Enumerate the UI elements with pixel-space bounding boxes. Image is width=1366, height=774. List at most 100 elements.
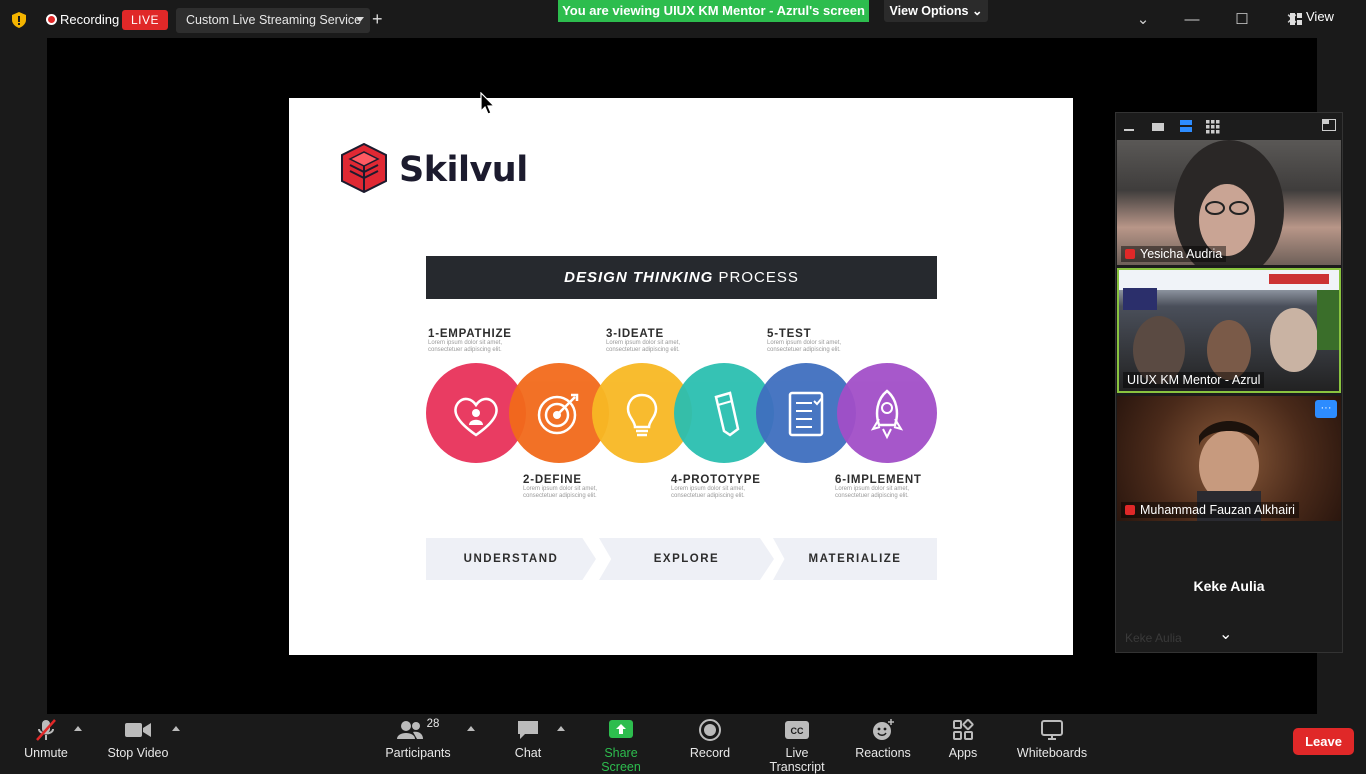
muted-mic-icon (1125, 505, 1135, 515)
apps-icon (953, 719, 974, 740)
phase-materialize: MATERIALIZE (773, 538, 937, 580)
phase-explore: EXPLORE (599, 538, 774, 580)
step-description: Lorem ipsum dolor sit amet, consectetuer… (523, 486, 598, 499)
reactions-label: Reactions (855, 746, 911, 760)
viewing-banner: You are viewing UIUX KM Mentor - Azrul's… (558, 0, 869, 22)
step-ideate: 3-IDEATE Lorem ipsum dolor sit amet, con… (606, 328, 686, 354)
stop-video-label: Stop Video (107, 746, 169, 760)
chat-icon (518, 721, 538, 739)
step-description: Lorem ipsum dolor sit amet, consectetuer… (835, 486, 910, 499)
step-description: Lorem ipsum dolor sit amet, consectetuer… (428, 340, 503, 353)
view-grid-icon (1290, 13, 1302, 25)
step-prototype: 4-PROTOTYPE Lorem ipsum dolor sit amet, … (671, 474, 781, 500)
leave-button[interactable]: Leave (1293, 728, 1354, 755)
step-test: 5-TEST Lorem ipsum dolor sit amet, conse… (767, 328, 847, 354)
chat-button[interactable]: Chat (508, 718, 548, 760)
share-screen-button[interactable]: Share Screen (584, 718, 658, 774)
header-bold: DESIGN THINKING (564, 269, 714, 286)
step-label: 2-DEFINE (523, 474, 582, 486)
participants-icon (396, 721, 423, 739)
participant-tile-no-video[interactable]: Keke Aulia Keke Aulia ⌄ (1117, 524, 1341, 649)
chevron-up-icon[interactable] (467, 726, 475, 731)
unmute-label: Unmute (24, 746, 68, 760)
participant-name-center: Keke Aulia (1193, 578, 1265, 594)
unmute-button[interactable]: Unmute (18, 718, 74, 760)
participant-name: Yesicha Audria (1121, 246, 1227, 262)
participant-tile[interactable]: Muhammad Fauzan Alkhairi ··· (1117, 396, 1341, 521)
meeting-toolbar (0, 714, 1366, 768)
step-label: 3-IDEATE (606, 328, 664, 340)
step-label: 6-IMPLEMENT (835, 474, 922, 486)
svg-text:CC: CC (791, 726, 804, 736)
step-label: 5-TEST (767, 328, 812, 340)
stop-video-button[interactable]: Stop Video (103, 718, 173, 760)
share-screen-icon (609, 720, 633, 738)
step-define: 2-DEFINE Lorem ipsum dolor sit amet, con… (523, 474, 603, 500)
header-rest: PROCESS (713, 269, 799, 286)
participant-name: UIUX KM Mentor - Azrul (1123, 372, 1265, 388)
chevron-down-icon[interactable]: ⌄ (1219, 624, 1232, 644)
reactions-icon (873, 719, 894, 740)
recording-label[interactable]: Recording (60, 12, 119, 27)
rocket-icon (870, 389, 904, 440)
live-transcript-label: Live Transcript (769, 746, 825, 774)
participant-tile-active-speaker[interactable]: UIUX KM Mentor - Azrul (1117, 268, 1341, 393)
participants-label: Participants (385, 746, 451, 760)
participants-button[interactable]: 28 Participants (384, 718, 452, 760)
participant-tile[interactable]: Yesicha Audria (1117, 140, 1341, 265)
reactions-button[interactable]: Reactions (855, 718, 911, 760)
record-button[interactable]: Record (688, 718, 732, 760)
shield-icon[interactable] (12, 12, 26, 28)
recording-icon (46, 14, 57, 25)
popout-icon[interactable] (1322, 119, 1336, 131)
stream-service-dropdown[interactable]: Custom Live Streaming Service (176, 8, 370, 33)
muted-mic-icon (1125, 249, 1135, 259)
record-label: Record (689, 746, 731, 760)
whiteboards-label: Whiteboards (1016, 746, 1088, 760)
step-implement: 6-IMPLEMENT Lorem ipsum dolor sit amet, … (835, 474, 945, 500)
chevron-down-icon[interactable] (356, 17, 364, 22)
participant-name-text: Muhammad Fauzan Alkhairi (1140, 503, 1295, 517)
chevron-up-icon[interactable] (74, 726, 82, 731)
skilvul-logo-icon (341, 143, 387, 193)
mouse-cursor-icon (480, 92, 496, 115)
add-tab-button[interactable]: + (372, 9, 383, 30)
step-description: Lorem ipsum dolor sit amet, consectetuer… (671, 486, 746, 499)
design-thinking-header: DESIGN THINKING PROCESS (426, 256, 937, 299)
closed-caption-icon: CC (785, 721, 809, 739)
participant-name-text: Yesicha Audria (1140, 247, 1223, 261)
more-options-button[interactable]: ··· (1315, 400, 1337, 418)
live-transcript-button[interactable]: CC Live Transcript (757, 718, 837, 774)
video-camera-icon (125, 723, 151, 737)
maximize-button[interactable]: ☐ (1230, 8, 1254, 32)
chevron-up-icon[interactable] (557, 726, 565, 731)
chevron-down-icon[interactable]: ⌄ (1131, 8, 1155, 32)
share-screen-label: Share Screen (601, 746, 641, 774)
muted-mic-icon (36, 719, 56, 741)
chat-label: Chat (514, 746, 542, 760)
skilvul-logo-text: Skilvul (399, 150, 528, 190)
shared-slide: Skilvul DESIGN THINKING PROCESS 1-EMPATH… (289, 98, 1073, 655)
live-badge[interactable]: LIVE (122, 10, 168, 30)
view-options-button[interactable]: View Options ⌄ (884, 0, 988, 22)
chevron-up-icon[interactable] (172, 726, 180, 731)
implement-circle (837, 363, 937, 463)
phase-understand: UNDERSTAND (426, 538, 596, 580)
apps-button[interactable]: Apps (944, 718, 982, 760)
panel-layout-icons[interactable] (1122, 120, 1232, 134)
whiteboard-icon (1041, 720, 1063, 740)
participant-name-footer: Keke Aulia (1125, 631, 1182, 645)
step-label: 4-PROTOTYPE (671, 474, 761, 486)
step-label: 1-EMPATHIZE (428, 328, 512, 340)
record-icon (699, 719, 721, 741)
participant-name-text: UIUX KM Mentor - Azrul (1127, 373, 1261, 387)
view-button[interactable]: View (1306, 9, 1334, 24)
step-description: Lorem ipsum dolor sit amet, consectetuer… (767, 340, 842, 353)
apps-label: Apps (948, 746, 978, 760)
step-description: Lorem ipsum dolor sit amet, consectetuer… (606, 340, 681, 353)
minimize-button[interactable]: — (1180, 8, 1204, 32)
step-empathize: 1-EMPATHIZE Lorem ipsum dolor sit amet, … (428, 328, 538, 354)
participants-count: 28 (426, 718, 440, 730)
whiteboards-button[interactable]: Whiteboards (1014, 718, 1090, 760)
participant-name: Muhammad Fauzan Alkhairi (1121, 502, 1299, 518)
